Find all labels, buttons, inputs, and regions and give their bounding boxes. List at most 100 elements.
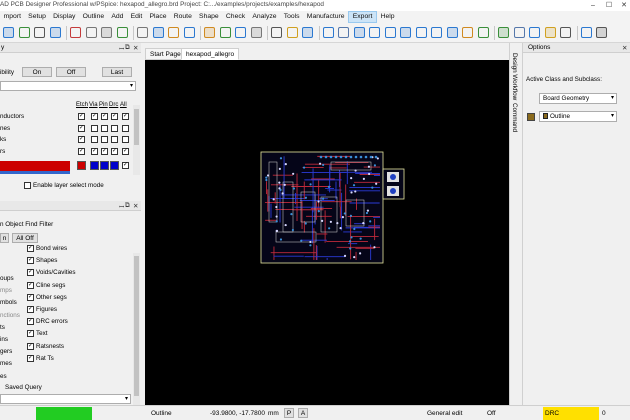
find-filter-checkbox[interactable]: ✓ bbox=[27, 257, 34, 265]
toolbar-tool-icon[interactable] bbox=[580, 27, 592, 38]
visibility-last-button[interactable]: Last bbox=[102, 67, 132, 77]
menu-item-help[interactable]: Help bbox=[377, 11, 398, 23]
toolbar-tool-icon[interactable] bbox=[101, 27, 112, 38]
visibility-checkbox[interactable] bbox=[101, 136, 108, 143]
menu-item-place[interactable]: Place bbox=[146, 11, 170, 23]
tab-hexapod-allegro[interactable]: hexapod_allegro bbox=[181, 48, 240, 60]
toolbar-tool-icon[interactable] bbox=[596, 27, 607, 38]
toolbar-tool-icon[interactable] bbox=[3, 27, 14, 38]
visibility-off-button[interactable]: Off bbox=[56, 67, 86, 77]
scrollbar-thumb[interactable] bbox=[134, 256, 139, 396]
toolbar-tool-icon[interactable] bbox=[49, 27, 61, 38]
visibility-checkbox[interactable] bbox=[101, 124, 108, 132]
menu-item-tools[interactable]: Tools bbox=[280, 11, 303, 23]
toolbar-tool-icon[interactable] bbox=[513, 27, 525, 38]
saved-query-select[interactable]: ▾ bbox=[0, 394, 131, 404]
layer-color-swatch[interactable] bbox=[77, 161, 86, 170]
menu-item-mport[interactable]: mport bbox=[0, 11, 25, 23]
toolbar-tool-icon[interactable] bbox=[322, 27, 334, 38]
visibility-checkbox[interactable]: ✓ bbox=[122, 113, 129, 120]
find-filter-checkbox[interactable]: ✓ bbox=[27, 245, 34, 252]
toolbar-tool-icon[interactable] bbox=[302, 27, 313, 38]
visibility-scrollbar[interactable] bbox=[133, 105, 140, 175]
layer-color-swatch[interactable] bbox=[90, 161, 99, 170]
visibility-checkbox[interactable] bbox=[91, 124, 98, 132]
find-filter-checkbox[interactable]: ✓ bbox=[27, 342, 34, 350]
layer-color-swatch[interactable] bbox=[110, 161, 119, 170]
toolbar-tool-icon[interactable] bbox=[168, 27, 179, 38]
maximize-button[interactable]: ☐ bbox=[602, 0, 616, 11]
design-canvas[interactable] bbox=[145, 60, 509, 405]
close-icon[interactable]: ✕ bbox=[133, 44, 138, 52]
visibility-checkbox[interactable]: ✓ bbox=[122, 147, 129, 155]
pin-icon[interactable]: ꟷ bbox=[119, 44, 124, 53]
menu-item-shape[interactable]: Shape bbox=[195, 11, 222, 23]
find-filter-checkbox[interactable]: ✓ bbox=[27, 281, 34, 289]
selected-layer-row[interactable] bbox=[0, 161, 70, 171]
float-icon[interactable]: ⧉ bbox=[125, 202, 130, 210]
find-filter-checkbox[interactable]: ✓ bbox=[27, 293, 34, 301]
toolbar-tool-icon[interactable] bbox=[498, 27, 509, 38]
toolbar-tool-icon[interactable] bbox=[183, 27, 195, 38]
toolbar-tool-icon[interactable] bbox=[431, 27, 442, 38]
tab-command[interactable]: Command bbox=[511, 103, 518, 132]
menu-item-check[interactable]: Check bbox=[222, 11, 248, 23]
visibility-checkbox[interactable]: ✓ bbox=[101, 113, 108, 120]
visibility-checkbox[interactable]: ✓ bbox=[91, 113, 98, 120]
float-icon[interactable]: ⧉ bbox=[125, 44, 130, 52]
minimize-button[interactable]: – bbox=[586, 0, 600, 11]
status-p-button[interactable]: P bbox=[284, 408, 294, 418]
toolbar-tool-icon[interactable] bbox=[219, 27, 231, 38]
menu-item-route[interactable]: Route bbox=[170, 11, 195, 23]
menu-item-outline[interactable]: Outline bbox=[79, 11, 108, 23]
find-filter-checkbox[interactable]: ✓ bbox=[27, 318, 34, 326]
pcb-board-view[interactable] bbox=[145, 60, 509, 405]
visibility-checkbox[interactable] bbox=[111, 124, 118, 132]
toolbar-tool-icon[interactable] bbox=[369, 27, 380, 38]
toolbar-tool-icon[interactable] bbox=[544, 27, 556, 38]
toolbar-tool-icon[interactable] bbox=[446, 27, 458, 38]
visibility-checkbox[interactable] bbox=[111, 136, 118, 143]
menu-item-add[interactable]: Add bbox=[108, 11, 127, 23]
find-filter-checkbox[interactable]: ✓ bbox=[27, 330, 34, 338]
visibility-checkbox[interactable]: ✓ bbox=[101, 147, 108, 155]
subclass-color-swatch[interactable] bbox=[527, 113, 535, 121]
find-scrollbar[interactable] bbox=[133, 253, 140, 420]
toolbar-tool-icon[interactable] bbox=[529, 27, 540, 38]
visibility-checkbox[interactable]: ✓ bbox=[78, 113, 85, 120]
close-icon[interactable]: ✕ bbox=[133, 202, 138, 210]
visibility-checkbox[interactable] bbox=[122, 136, 129, 143]
toolbar-tool-icon[interactable] bbox=[70, 27, 81, 38]
visibility-checkbox[interactable]: ✓ bbox=[111, 113, 118, 120]
visibility-checkbox[interactable] bbox=[122, 124, 129, 132]
visibility-checkbox[interactable]: ✓ bbox=[78, 136, 85, 143]
menu-item-manufacture[interactable]: Manufacture bbox=[303, 11, 348, 23]
menu-item-export[interactable]: Export bbox=[348, 11, 377, 23]
subclass-select[interactable]: Outline ▾ bbox=[539, 111, 617, 122]
toolbar-tool-icon[interactable] bbox=[152, 27, 164, 38]
pin-icon[interactable]: ꟷ bbox=[119, 202, 124, 211]
scrollbar-thumb[interactable] bbox=[134, 109, 139, 145]
toolbar-tool-icon[interactable] bbox=[204, 27, 215, 38]
visibility-checkbox[interactable]: ✓ bbox=[78, 124, 85, 132]
toolbar-tool-icon[interactable] bbox=[85, 27, 97, 38]
toolbar-tool-icon[interactable] bbox=[286, 27, 298, 38]
menu-item-display[interactable]: Display bbox=[50, 11, 79, 23]
find-filter-checkbox[interactable]: ✓ bbox=[27, 306, 34, 313]
toolbar-tool-icon[interactable] bbox=[415, 27, 427, 38]
visibility-view-select[interactable]: ▾ bbox=[0, 81, 136, 91]
visibility-checkbox[interactable] bbox=[91, 136, 98, 143]
toolbar-tool-icon[interactable] bbox=[116, 27, 128, 38]
visibility-checkbox[interactable]: ✓ bbox=[91, 147, 98, 155]
visibility-on-button[interactable]: On bbox=[22, 67, 52, 77]
toolbar-tool-icon[interactable] bbox=[235, 27, 246, 38]
find-filter-checkbox[interactable]: ✓ bbox=[27, 354, 34, 362]
find-filter-checkbox[interactable]: ✓ bbox=[27, 269, 34, 277]
toolbar-tool-icon[interactable] bbox=[384, 27, 396, 38]
layer-all-checkbox[interactable]: ✓ bbox=[122, 162, 129, 169]
toolbar-tool-icon[interactable] bbox=[400, 27, 411, 38]
menu-item-edit[interactable]: Edit bbox=[127, 11, 146, 23]
menu-item-analyze[interactable]: Analyze bbox=[249, 11, 280, 23]
toolbar-tool-icon[interactable] bbox=[338, 27, 349, 38]
visibility-checkbox[interactable]: ✓ bbox=[111, 147, 118, 155]
